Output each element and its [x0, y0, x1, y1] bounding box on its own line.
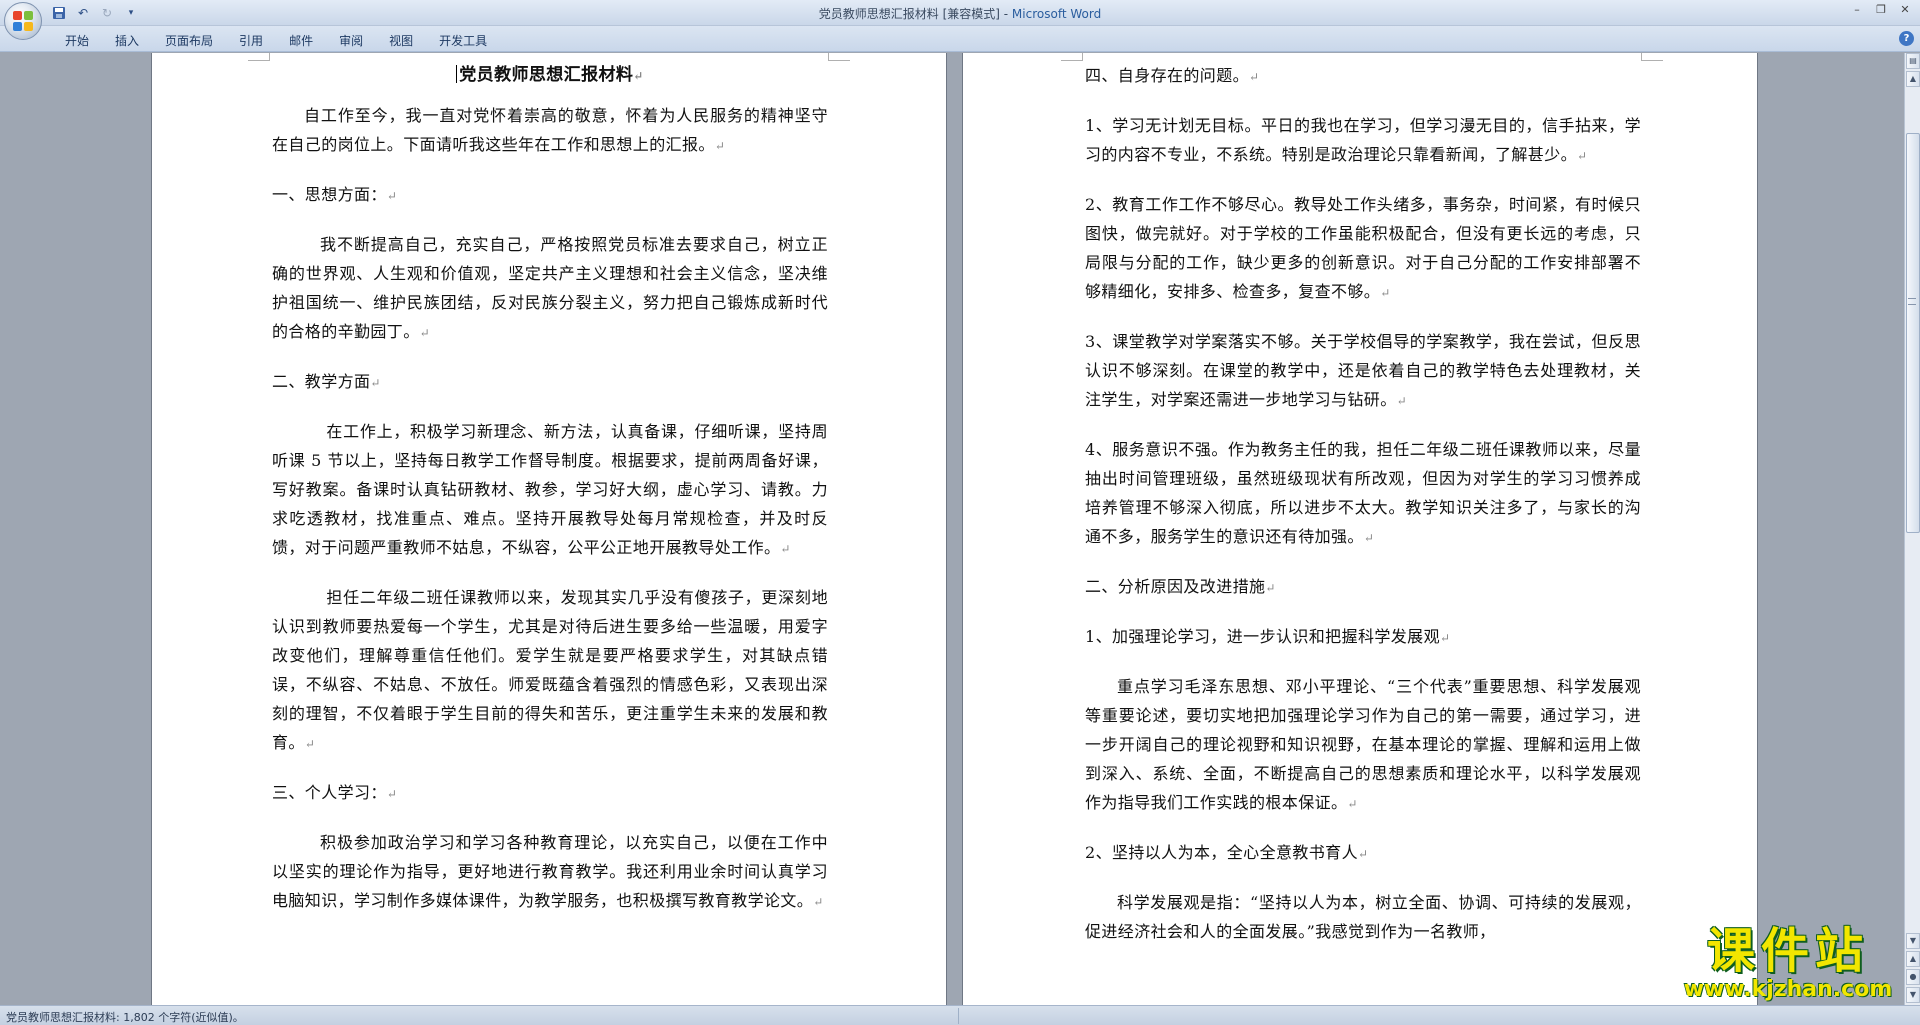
status-bar: 党员教师思想汇报材料: 1,802 个字符(近似值)。 — [0, 1005, 1920, 1025]
office-button[interactable] — [4, 2, 42, 40]
site-watermark-logo: 课件站 www.kjzhan.com — [1668, 924, 1908, 1004]
page-text-left[interactable]: 党员教师思想汇报材料↵ 自工作至今，我一直对党怀着崇高的敬意，怀着为人民服务的精… — [272, 61, 828, 936]
crop-mark — [1641, 53, 1663, 61]
text-cursor — [456, 65, 458, 83]
minimize-icon[interactable]: – — [1850, 3, 1864, 17]
tab-page-layout[interactable]: 页面布局 — [152, 30, 226, 51]
paragraph: 科学发展观是指：“坚持以人为本，树立全面、协调、可持续的发展观，促进经济社会和人… — [1085, 893, 1641, 941]
section-heading: 四、自身存在的问题。↵ — [1085, 66, 1260, 85]
paragraph: 1、学习无计划无目标。平日的我也在学习，但学习漫无目的，信手拈来，学习的内容不专… — [1085, 116, 1641, 164]
page-text-right[interactable]: 四、自身存在的问题。↵ 1、学习无计划无目标。平日的我也在学习，但学习漫无目的，… — [1085, 61, 1641, 965]
tab-references[interactable]: 引用 — [226, 30, 276, 51]
restore-icon[interactable]: ❐ — [1874, 3, 1888, 17]
title-bar: ↶ ↻ ▾ 党员教师思想汇报材料 [兼容模式] - Microsoft Word… — [0, 0, 1920, 40]
document-page-right[interactable]: 四、自身存在的问题。↵ 1、学习无计划无目标。平日的我也在学习，但学习漫无目的，… — [963, 53, 1757, 1005]
section-heading: 二、教学方面↵ — [272, 372, 381, 391]
section-heading: 1、加强理论学习，进一步认识和把握科学发展观↵ — [1085, 627, 1451, 646]
tab-mailings[interactable]: 邮件 — [276, 30, 326, 51]
watermark-url-text: www.kjzhan.com — [1683, 977, 1893, 1002]
scroll-grip-icon — [1908, 298, 1916, 305]
tab-home[interactable]: 开始 — [52, 30, 102, 51]
section-heading: 一、思想方面：↵ — [272, 185, 398, 204]
document-area[interactable]: 党员教师思想汇报材料↵ 自工作至今，我一直对党怀着崇高的敬意，怀着为人民服务的精… — [0, 53, 1904, 1005]
ribbon-tab-bar: 开始 插入 页面布局 引用 邮件 审阅 视图 开发工具 ? — [0, 26, 1920, 52]
select-browse-object-icon[interactable]: ● — [1906, 969, 1920, 985]
scroll-thumb[interactable] — [1906, 133, 1920, 533]
paragraph: 我不断提高自己，充实自己，严格按照党员标准去要求自己，树立正确的世界观、人生观和… — [272, 235, 828, 341]
section-heading: 2、坚持以人为本，全心全意教书育人↵ — [1085, 843, 1369, 862]
window-controls: – ❐ ✕ — [1850, 3, 1912, 17]
paragraph: 4、服务意识不强。作为教务主任的我，担任二年级二班任课教师以来，尽量抽出时间管理… — [1085, 440, 1641, 546]
paragraph: 重点学习毛泽东思想、邓小平理论、“三个代表”重要思想、科学发展观等重要论述，要切… — [1085, 677, 1641, 812]
tab-view[interactable]: 视图 — [376, 30, 426, 51]
status-word-count[interactable]: 党员教师思想汇报材料: 1,802 个字符(近似值)。 — [6, 1009, 244, 1025]
paragraph: 自工作至今，我一直对党怀着崇高的敬意，怀着为人民服务的精神坚守在自己的岗位上。下… — [272, 106, 828, 154]
crop-mark — [1061, 53, 1083, 61]
watermark-main-text: 课件站 — [1706, 923, 1869, 979]
window-title: 党员教师思想汇报材料 [兼容模式] - Microsoft Word — [0, 5, 1920, 22]
document-title: 党员教师思想汇报材料↵ — [272, 61, 828, 91]
paragraph: 积极参加政治学习和学习各种教育理论，以充实自己，以便在工作中以坚实的理论作为指导… — [272, 833, 828, 910]
document-page-left[interactable]: 党员教师思想汇报材料↵ 自工作至今，我一直对党怀着崇高的敬意，怀着为人民服务的精… — [152, 53, 946, 1005]
tab-developer[interactable]: 开发工具 — [426, 30, 500, 51]
crop-mark — [828, 53, 850, 61]
close-icon[interactable]: ✕ — [1898, 3, 1912, 17]
window-title-app: Microsoft Word — [1011, 7, 1102, 21]
help-icon[interactable]: ? — [1899, 31, 1914, 46]
scroll-up-icon[interactable]: ▲ — [1906, 71, 1920, 87]
ruler-toggle-icon[interactable]: ▤ — [1906, 53, 1920, 69]
paragraph: 3、课堂教学对学案落实不够。关于学校倡导的学案教学，我在尝试，但反思认识不够深刻… — [1085, 332, 1641, 409]
status-divider — [958, 1008, 959, 1024]
paragraph: 担任二年级二班任课教师以来，发现其实几乎没有傻孩子，更深刻地认识到教师要热爱每一… — [272, 588, 828, 752]
section-heading: 三、个人学习：↵ — [272, 783, 398, 802]
next-page-icon[interactable]: ▼ — [1906, 987, 1920, 1003]
paragraph: 在工作上，积极学习新理念、新方法，认真备课，仔细听课，坚持周听课 5 节以上，坚… — [272, 422, 828, 557]
window-title-doc: 党员教师思想汇报材料 [兼容模式] - — [818, 7, 1012, 21]
scroll-down-icon[interactable]: ▼ — [1906, 933, 1920, 949]
crop-mark — [248, 53, 270, 61]
section-heading: 二、分析原因及改进措施↵ — [1085, 577, 1276, 596]
office-logo-icon — [13, 11, 33, 31]
paragraph: 2、教育工作工作不够尽心。教导处工作头绪多，事务杂，时间紧，有时候只图快，做完就… — [1085, 195, 1641, 301]
vertical-scrollbar[interactable]: ▤ ▲ ▼ ▲ ● ▼ — [1904, 53, 1920, 1005]
tab-review[interactable]: 审阅 — [326, 30, 376, 51]
previous-page-icon[interactable]: ▲ — [1906, 951, 1920, 967]
tab-insert[interactable]: 插入 — [102, 30, 152, 51]
